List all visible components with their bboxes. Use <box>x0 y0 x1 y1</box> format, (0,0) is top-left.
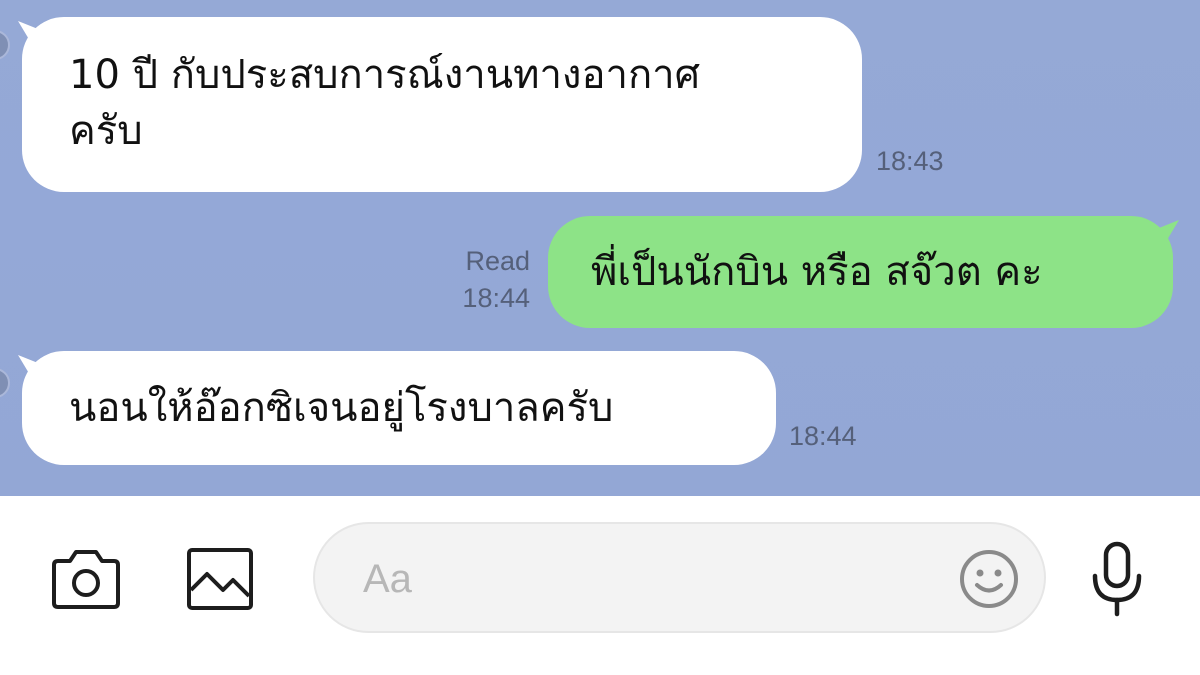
read-receipt: Read <box>465 246 530 276</box>
emoji-icon[interactable] <box>958 548 1020 610</box>
message-input-bar: Aa <box>0 496 1200 675</box>
message-list[interactable]: 10 ปี กับประสบการณ์งานทางอากาศ ครับ 18:4… <box>0 0 1200 496</box>
message-timestamp: 18:44 <box>789 421 857 451</box>
input-placeholder: Aa <box>363 557 412 601</box>
bubble-tail <box>18 21 48 51</box>
message-text: นอนให้อ๊อกซิเจนอยู่โรงบาลครับ <box>69 385 614 431</box>
image-icon[interactable] <box>182 543 258 615</box>
camera-icon[interactable] <box>46 542 126 614</box>
sender-avatar[interactable] <box>0 368 10 398</box>
microphone-icon[interactable] <box>1084 538 1150 622</box>
sender-avatar[interactable] <box>0 30 10 60</box>
chat-screen: 10 ปี กับประสบการณ์งานทางอากาศ ครับ 18:4… <box>0 0 1200 675</box>
message-text: พี่เป็นนักบิน หรือ สจ๊วต คะ <box>591 249 1043 295</box>
message-timestamp: 18:43 <box>876 146 944 176</box>
incoming-message-bubble[interactable]: 10 ปี กับประสบการณ์งานทางอากาศ ครับ <box>18 17 862 192</box>
outgoing-message-bubble[interactable]: พี่เป็นนักบิน หรือ สจ๊วต คะ <box>548 216 1179 328</box>
message-text-line: ครับ <box>69 108 143 154</box>
bubble-tail <box>18 355 48 385</box>
incoming-message-bubble[interactable]: นอนให้อ๊อกซิเจนอยู่โรงบาลครับ <box>18 351 776 465</box>
message-input[interactable]: Aa <box>313 522 1046 633</box>
message-text-line: 10 ปี กับประสบการณ์งานทางอากาศ <box>69 52 701 98</box>
message-timestamp: 18:44 <box>462 283 530 313</box>
